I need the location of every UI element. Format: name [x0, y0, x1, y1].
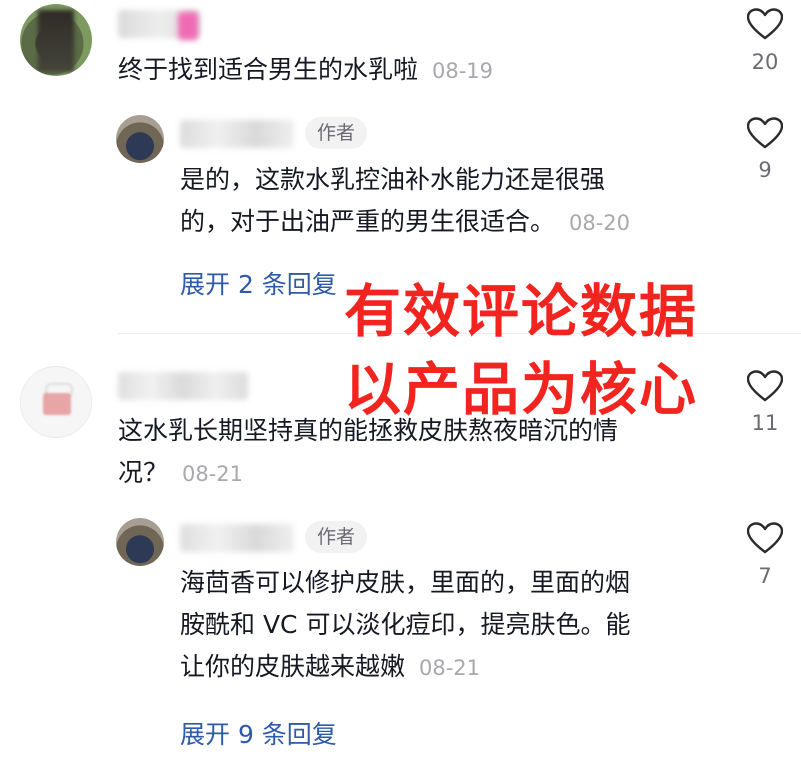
username-blurred-emoji — [178, 12, 198, 40]
username-blurred[interactable] — [180, 524, 294, 552]
comment-text: 终于找到适合男生的水乳啦 08-19 — [118, 55, 493, 84]
expand-replies-link[interactable]: 展开 2 条回复 — [180, 268, 337, 302]
avatar[interactable] — [116, 115, 164, 163]
comment-date: 08-19 — [431, 59, 493, 83]
like-count: 9 — [758, 158, 772, 182]
like-heart-icon[interactable] — [747, 8, 783, 40]
like-heart-icon[interactable] — [747, 117, 783, 149]
comment-text: 海茴香可以修护皮肤，里面的，里面的烟 胺酰和 VC 可以淡化痘印，提亮肤色。能 … — [180, 568, 631, 681]
comment-date: 08-20 — [568, 211, 630, 235]
avatar[interactable] — [116, 518, 164, 566]
author-badge: 作者 — [305, 117, 368, 149]
overlay-annotation-line1: 有效评论数据 — [344, 279, 698, 345]
avatar[interactable] — [20, 4, 92, 76]
avatar[interactable] — [20, 366, 92, 438]
comment-date: 08-21 — [181, 462, 243, 486]
like-count: 7 — [758, 564, 772, 588]
author-badge: 作者 — [305, 521, 368, 553]
like-count: 11 — [751, 411, 779, 435]
expand-replies-link[interactable]: 展开 9 条回复 — [180, 718, 337, 752]
overlay-annotation-line2: 以产品为核心 — [344, 357, 698, 423]
like-count: 20 — [751, 50, 779, 74]
comment-date: 08-21 — [418, 656, 480, 680]
like-heart-icon[interactable] — [747, 370, 783, 402]
like-heart-icon[interactable] — [747, 522, 783, 554]
username-blurred[interactable] — [180, 120, 294, 148]
username-blurred[interactable] — [118, 372, 248, 400]
comment-text: 是的，这款水乳控油补水能力还是很强 的，对于出油严重的男生很适合。 08-20 — [180, 165, 630, 236]
